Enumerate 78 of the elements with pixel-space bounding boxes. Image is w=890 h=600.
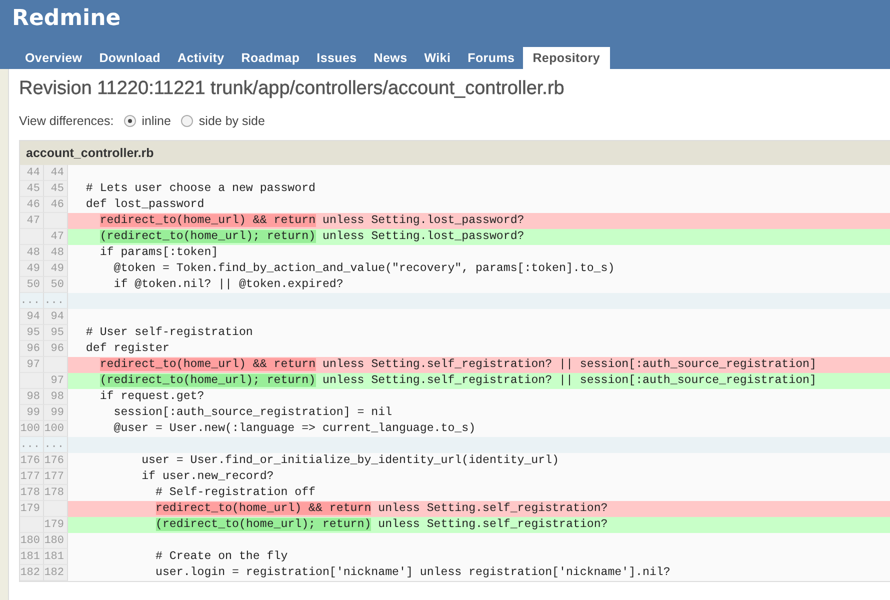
code-line: # Lets user choose a new password [84,181,317,197]
line-number: ... [44,437,68,453]
nav-tab[interactable]: Download [90,47,169,69]
radio-label[interactable]: inline [142,114,171,128]
line-number: 178 [44,485,68,501]
line-number: 50 [44,277,68,293]
line-number: 49 [20,261,44,277]
line-number: 48 [44,245,68,261]
line-number: 99 [20,405,44,421]
line-number: 45 [20,181,44,197]
line-number: 46 [20,197,44,213]
app-title: Redmine [11,5,122,31]
line-number: 97 [44,373,68,389]
code-line: user = User.find_or_initialize_by_identity_url(identity_url) [140,453,560,469]
code-line: if params[:token] [98,245,220,261]
line-number: ... [20,293,44,309]
line-number: 179 [44,517,68,533]
line-number: 44 [44,165,68,181]
line-number: 95 [44,325,68,341]
code-line: user.login = registration['nickname'] unless registration['nickname'].nil? [154,565,672,581]
line-number: 178 [20,485,44,501]
line-number: 176 [20,453,44,469]
line-number: 45 [44,181,68,197]
nav-tab[interactable]: Repository [522,47,610,69]
nav-tab[interactable]: Wiki [415,47,459,69]
line-number: 46 [44,197,68,213]
code-line: # Self-registration off [154,485,317,501]
code-line: @token = Token.find_by_action_and_value("recovery", params[:token].to_s) [112,261,616,277]
line-number: 181 [44,549,68,565]
file-header: account_controller.rb [20,141,890,165]
line-number: 95 [20,325,44,341]
code-line: if request.get? [98,389,206,405]
line-number: 182 [44,565,68,581]
line-number: 177 [20,469,44,485]
line-number: 100 [20,421,44,437]
line-number: 182 [20,565,44,581]
code-line: if user.new_record? [140,469,275,485]
code-line: # Create on the fly [154,549,289,565]
line-number: 99 [44,405,68,421]
line-number: ... [44,293,68,309]
line-number: 97 [20,357,44,373]
line-number: 96 [20,341,44,357]
nav-tab[interactable]: Overview [16,47,90,69]
line-number: 50 [20,277,44,293]
line-number: 98 [20,389,44,405]
radio-button[interactable] [180,115,193,127]
line-number: 94 [44,309,68,325]
line-number: 49 [44,261,68,277]
line-number: 180 [44,533,68,549]
line-number: 47 [44,229,68,245]
line-number: 44 [20,165,44,181]
line-number: 100 [44,421,68,437]
radio-button[interactable] [124,115,136,127]
code-line: # User self-registration [84,325,254,341]
code-line: session[:auth_source_registration] = nil [112,405,394,421]
page-title: Revision 11220:11221 trunk/app/controllers/account_controller.rb [19,78,566,100]
code-line: @user = User.new(:language => current_language.to_s) [112,421,477,437]
nav-tab[interactable]: News [364,47,416,69]
line-number: 179 [20,501,44,517]
line-number: 181 [20,549,44,565]
line-number: 48 [20,245,44,261]
line-number: 176 [44,453,68,469]
line-number: 47 [20,213,44,229]
code-line: def lost_password [84,197,206,213]
line-number: 96 [44,341,68,357]
nav-tab[interactable]: Issues [308,47,365,69]
line-number: 177 [44,469,68,485]
nav-tab[interactable]: Forums [458,47,523,69]
line-number: ... [20,437,44,453]
line-number: 98 [44,389,68,405]
line-number: 180 [20,533,44,549]
radio-label[interactable]: side by side [198,114,265,128]
nav-tab[interactable]: Activity [168,47,232,69]
code-line: if @token.nil? || @token.expired? [112,277,344,293]
line-number: 94 [20,309,44,325]
nav-tab[interactable]: Roadmap [232,47,308,69]
view-differences-label: View differences: [19,114,114,128]
code-line: def register [84,341,170,357]
